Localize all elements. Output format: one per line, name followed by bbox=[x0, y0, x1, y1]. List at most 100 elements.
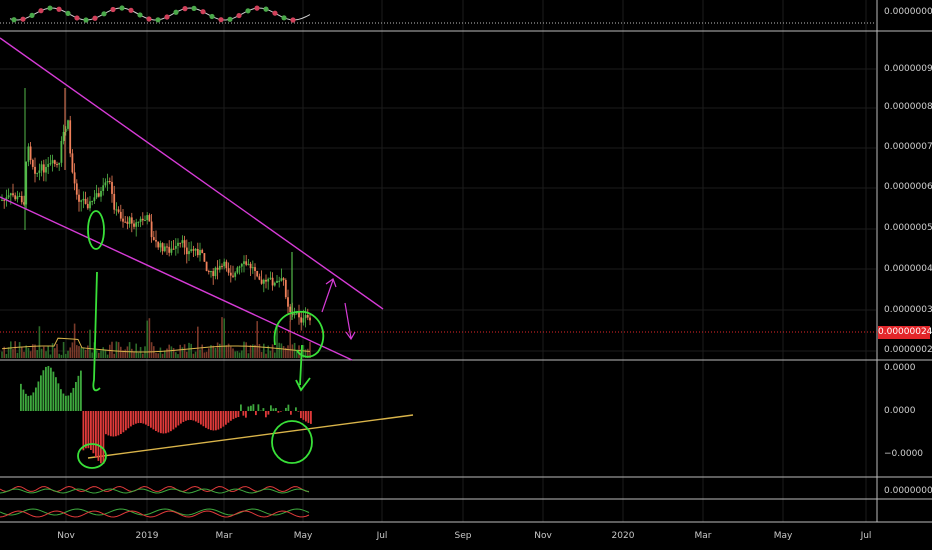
macd-bar bbox=[310, 411, 312, 424]
volume-bar bbox=[5, 353, 8, 358]
candle-body bbox=[67, 120, 69, 129]
candle-body bbox=[157, 241, 160, 248]
macd-bar bbox=[222, 411, 225, 427]
volume-bar bbox=[115, 341, 118, 358]
time-axis-label: Jul bbox=[860, 531, 872, 541]
candle-body bbox=[302, 318, 305, 323]
volume-bar bbox=[157, 353, 159, 358]
volume-bar bbox=[84, 349, 87, 358]
candle-body bbox=[201, 249, 204, 254]
candle-body bbox=[49, 163, 52, 165]
macd-bar bbox=[180, 411, 182, 424]
signal-dot bbox=[74, 15, 80, 21]
top-indicator-axis-label: 0.00000000 bbox=[884, 7, 932, 17]
macd-bar bbox=[25, 393, 27, 411]
macd-bar bbox=[120, 411, 122, 435]
chart-canvas[interactable] bbox=[0, 0, 932, 550]
candle-body bbox=[190, 249, 193, 252]
volume-bar bbox=[192, 353, 195, 358]
macd-bar bbox=[185, 411, 187, 421]
volume-bar bbox=[194, 351, 197, 358]
macd-bar bbox=[27, 395, 30, 411]
volume-bar bbox=[14, 341, 16, 358]
candle-body bbox=[258, 276, 261, 280]
macd-bar bbox=[177, 411, 180, 426]
candle-body bbox=[20, 196, 23, 203]
time-axis-label: May bbox=[293, 531, 313, 541]
volume-bar bbox=[29, 351, 32, 358]
volume-bar bbox=[76, 345, 78, 358]
time-axis-label: May bbox=[773, 531, 793, 541]
candle-body bbox=[221, 265, 223, 267]
macd-bar bbox=[227, 411, 230, 423]
chart-grid bbox=[0, 0, 876, 522]
candle-body bbox=[3, 199, 6, 201]
candle-body bbox=[40, 164, 43, 171]
time-axis-label: Mar bbox=[694, 531, 712, 541]
candle-body bbox=[247, 263, 250, 265]
macd-bar bbox=[250, 405, 252, 411]
macd-bar bbox=[277, 411, 280, 413]
candle-body bbox=[188, 251, 190, 255]
macd-bar bbox=[295, 407, 297, 411]
signal-dot bbox=[155, 17, 161, 23]
signal-dot bbox=[137, 12, 143, 18]
candle-body bbox=[148, 215, 151, 222]
volume-bar bbox=[205, 351, 208, 358]
candle-body bbox=[179, 242, 182, 244]
volume-bar bbox=[47, 345, 49, 358]
signal-dot bbox=[263, 6, 269, 12]
volume-bar bbox=[104, 349, 107, 358]
volume-bar bbox=[234, 351, 236, 358]
volume-bar bbox=[179, 344, 181, 358]
candle-body bbox=[58, 162, 61, 165]
volume-bar bbox=[56, 343, 58, 358]
volume-bar bbox=[131, 348, 133, 358]
macd-bar bbox=[300, 411, 302, 419]
candle-body bbox=[265, 279, 267, 282]
macd-bar bbox=[87, 411, 90, 449]
candle-body bbox=[95, 193, 98, 198]
candle-body bbox=[183, 240, 186, 248]
candle-body bbox=[9, 193, 12, 196]
macd-bar bbox=[117, 411, 120, 436]
candle-body bbox=[284, 279, 287, 298]
macd-bar bbox=[280, 411, 282, 412]
candle-body bbox=[225, 261, 228, 269]
annotation-arrow bbox=[344, 302, 356, 341]
macd-bar bbox=[252, 404, 255, 411]
channel-lower-line bbox=[0, 196, 353, 361]
candle-body bbox=[287, 297, 289, 307]
volume-bar bbox=[111, 341, 113, 358]
volume-bar bbox=[188, 342, 190, 358]
signal-dot bbox=[173, 9, 179, 15]
volume-bar bbox=[276, 326, 278, 358]
macd-bar bbox=[65, 395, 67, 411]
volume-bar bbox=[238, 352, 241, 358]
candle-body bbox=[104, 182, 107, 186]
candle-body bbox=[168, 246, 171, 253]
macd-bar bbox=[305, 411, 307, 422]
volume-bar bbox=[274, 352, 276, 358]
volume-bar bbox=[58, 353, 60, 358]
macd-bar bbox=[107, 411, 110, 436]
macd-bar bbox=[275, 408, 277, 411]
candle-body bbox=[254, 267, 256, 271]
volume-bar bbox=[287, 345, 289, 358]
candle-body bbox=[216, 267, 219, 270]
macd-bar bbox=[20, 383, 22, 411]
macd-bar bbox=[32, 392, 35, 411]
macd-bar bbox=[187, 411, 190, 421]
macd-bar bbox=[290, 411, 292, 415]
price-axis-label: 0.00000040 bbox=[884, 264, 932, 274]
price-axis-label: 0.00000070 bbox=[884, 142, 932, 152]
candle-body bbox=[122, 218, 124, 222]
candle-body bbox=[172, 248, 175, 250]
volume-bar bbox=[190, 343, 192, 358]
macd-bar bbox=[302, 411, 305, 420]
macd-bar bbox=[132, 411, 135, 425]
candle-body bbox=[271, 277, 274, 286]
macd-bar bbox=[160, 411, 162, 434]
volume-bar bbox=[80, 347, 82, 358]
macd-bar bbox=[80, 370, 82, 411]
